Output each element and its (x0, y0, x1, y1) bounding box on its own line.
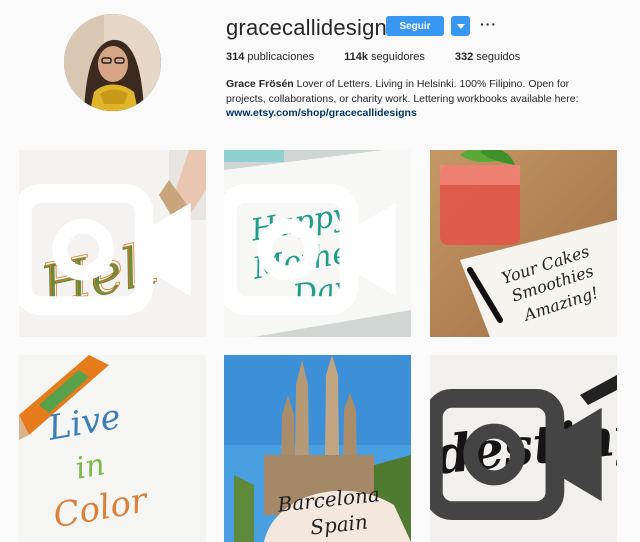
followers-stat[interactable]: 114k seguidores (344, 51, 425, 63)
avatar-photo (64, 14, 161, 111)
following-count: 332 (454, 51, 474, 63)
profile-full-name: Grace Frösén (226, 78, 294, 90)
posts-label: publicaciones (244, 51, 315, 63)
posts-stat: 314 publicaciones (226, 51, 314, 63)
posts-count: 314 (226, 51, 245, 63)
more-options-button[interactable]: ··· (480, 15, 497, 33)
profile-bio: Grace Frösén Lover of Letters. Living in… (226, 77, 606, 121)
caret-down-icon (456, 23, 465, 29)
video-camera-icon (19, 184, 191, 315)
profile-username: gracecallidesigns (226, 15, 399, 40)
followers-label: seguidores (367, 51, 425, 63)
following-label: seguidos (473, 51, 521, 63)
bio-link[interactable]: www.etsy.com/shop/gracecallidesigns (226, 106, 606, 121)
post-tile[interactable]: Your Cakes Smoothies Amazing! (430, 150, 617, 337)
post-tile[interactable]: destiny (430, 355, 617, 542)
post-tile[interactable]: Barcelona Spain (224, 355, 411, 542)
follow-button[interactable]: Seguir (386, 16, 444, 36)
video-camera-icon (224, 184, 396, 315)
profile-avatar[interactable] (64, 14, 161, 111)
following-stat[interactable]: 332 seguidos (455, 51, 520, 63)
profile-stats: 314 publicaciones 114k seguidores 332 se… (226, 51, 550, 63)
video-camera-icon (430, 389, 602, 520)
post-image: Your Cakes Smoothies Amazing! (430, 150, 617, 337)
followers-count: 114k (344, 51, 368, 63)
svg-text:in: in (73, 447, 108, 486)
post-image: Live in Color (19, 355, 206, 542)
post-image: Barcelona Spain (224, 355, 411, 542)
post-tile[interactable]: Happy Mother's Day (224, 150, 411, 337)
post-tile[interactable]: Hello Hello (19, 150, 206, 337)
suggestions-dropdown-button[interactable] (451, 16, 470, 36)
post-tile[interactable]: Live in Color (19, 355, 206, 542)
